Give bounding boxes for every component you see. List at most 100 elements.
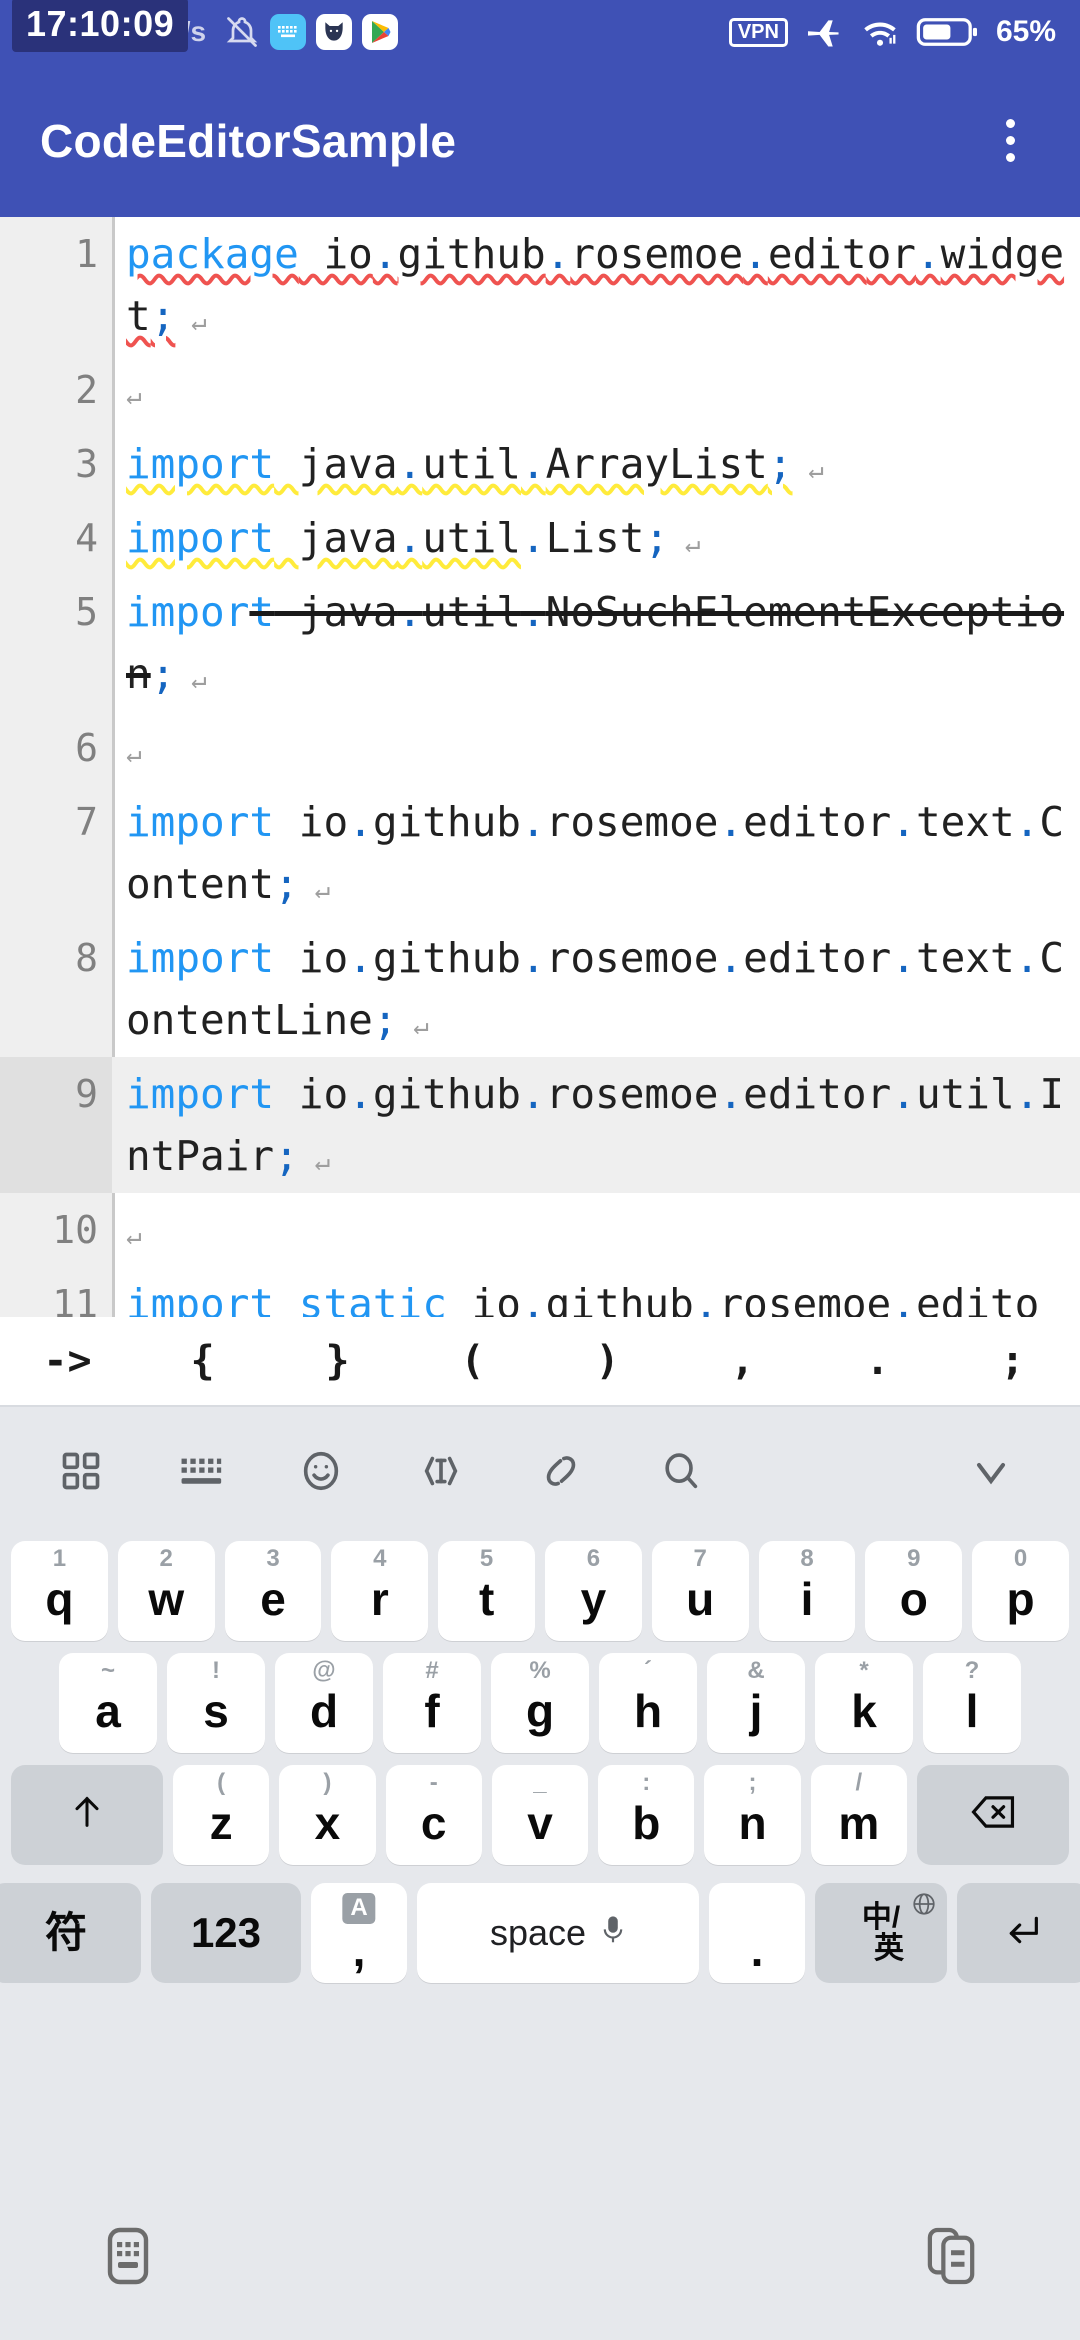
code-line-text[interactable]: ↵ [112, 353, 1080, 427]
code-line-row[interactable]: 10 ↵ [0, 1193, 1080, 1267]
keyboard-row-2[interactable]: ~ a! s @ d # f% g ´ h & j * k? l [0, 1647, 1080, 1759]
code-line-text[interactable]: import io.github.rosemoe.editor.text.Con… [112, 785, 1080, 921]
code-lines-container[interactable]: 1 package io.github.rosemoe.editor.widget… [0, 217, 1080, 1317]
key-d[interactable]: @ d [275, 1653, 373, 1753]
code-line-row[interactable]: 2 ↵ [0, 353, 1080, 427]
code-token: t [249, 588, 275, 636]
key-y[interactable]: 6y [545, 1541, 642, 1641]
key-k[interactable]: * k [815, 1653, 913, 1753]
key-r[interactable]: 4r [331, 1541, 429, 1641]
key-j[interactable]: & j [707, 1653, 805, 1753]
key-w[interactable]: 2w [117, 1541, 215, 1641]
code-line-row[interactable]: 1 package io.github.rosemoe.editor.widget… [0, 217, 1080, 353]
symbol-key[interactable]: ) [540, 1316, 675, 1406]
space-label: space [489, 1912, 587, 1953]
key-l[interactable]: ? l [923, 1653, 1021, 1753]
overflow-menu-icon[interactable] [980, 101, 1040, 181]
key-z[interactable]: (z [173, 1765, 270, 1865]
period-key[interactable]: . [709, 1883, 805, 1983]
code-line-text[interactable]: import java.util.List; ↵ [112, 501, 1080, 575]
numeric-mode-key[interactable]: 123 [151, 1883, 301, 1983]
hide-keyboard-icon[interactable] [88, 2216, 168, 2296]
code-token: ; [274, 860, 299, 908]
code-editor[interactable]: 1 package io.github.rosemoe.editor.widget… [0, 217, 1080, 1317]
code-line-text[interactable]: import java.util.ArrayList; ↵ [112, 427, 1080, 501]
apps-grid-icon[interactable] [44, 1434, 118, 1508]
key-q[interactable]: 1q [11, 1541, 108, 1641]
chevron-down-icon[interactable] [954, 1434, 1028, 1508]
enter-key[interactable] [957, 1883, 1080, 1983]
search-icon[interactable] [644, 1434, 718, 1508]
key-i[interactable]: 8i [758, 1541, 856, 1641]
key-m[interactable]: / m [810, 1765, 907, 1865]
symbol-mode-key[interactable]: 符 [0, 1883, 141, 1983]
backspace-key[interactable] [917, 1765, 1069, 1865]
code-token: ArrayList [545, 440, 768, 488]
code-line-row[interactable]: 4 import java.util.List; ↵ [0, 501, 1080, 575]
key-g[interactable]: % g [491, 1653, 589, 1753]
code-line-text[interactable]: package io.github.rosemoe.editor.widget;… [112, 217, 1080, 353]
keyboard-row-3-letters[interactable]: (z) x - c _ v: b; n / m [168, 1765, 912, 1865]
key-hint: * [859, 1657, 869, 1684]
code-line-row[interactable]: 3 import java.util.ArrayList; ↵ [0, 427, 1080, 501]
soft-keyboard[interactable]: 1q2w3e4r5t6y7u8i9o0p ~ a! s @ d # f% g ´ h & j * k? l … [0, 1407, 1080, 2190]
sticker-icon[interactable] [524, 1434, 598, 1508]
code-token: ; [274, 1132, 299, 1180]
key-c[interactable]: -c [385, 1765, 482, 1865]
symbol-key[interactable]: , [675, 1316, 810, 1406]
code-line-row[interactable]: 9 import io.github.rosemoe.editor.util.In… [0, 1057, 1080, 1193]
language-switch-key[interactable]: 中/ 英 [815, 1883, 947, 1983]
key-e[interactable]: 3e [224, 1541, 322, 1641]
code-line-text[interactable]: import io.github.rosemoe.editor.text.Con… [112, 921, 1080, 1057]
key-t[interactable]: 5t [438, 1541, 535, 1641]
key-b[interactable]: :b [598, 1765, 695, 1865]
code-line-text[interactable]: import static io.github.rosemoe.editor.t… [112, 1267, 1080, 1317]
microphone-icon[interactable] [600, 1912, 626, 1954]
key-p[interactable]: 0p [972, 1541, 1069, 1641]
keyboard-row-1[interactable]: 1q2w3e4r5t6y7u8i9o0p [0, 1535, 1080, 1647]
key-u[interactable]: 7u [651, 1541, 749, 1641]
shift-key[interactable] [11, 1765, 163, 1865]
key-f[interactable]: # f [383, 1653, 481, 1753]
period-label: . [750, 1924, 764, 1976]
emoji-icon[interactable] [284, 1434, 358, 1508]
key-label: g [525, 1685, 555, 1737]
code-line-text[interactable]: import io.github.rosemoe.editor.util.Int… [112, 1057, 1080, 1193]
code-line-text[interactable]: ↵ [112, 1193, 1080, 1267]
keyboard-row-3[interactable]: (z) x - c _ v: b; n / m [0, 1759, 1080, 1871]
key-o[interactable]: 9o [865, 1541, 963, 1641]
space-key[interactable]: space [417, 1883, 699, 1983]
key-x[interactable]: ) x [279, 1765, 376, 1865]
symbol-key[interactable]: { [135, 1316, 270, 1406]
symbol-key[interactable]: ( [405, 1316, 540, 1406]
code-line-row[interactable]: 7 import io.github.rosemoe.editor.text.Co… [0, 785, 1080, 921]
code-line-row[interactable]: 11import static io.github.rosemoe.editor… [0, 1267, 1080, 1317]
symbol-key[interactable]: . [810, 1316, 945, 1406]
keyboard-toolbar[interactable] [0, 1407, 1080, 1535]
code-line-row[interactable]: 8 import io.github.rosemoe.editor.text.Co… [0, 921, 1080, 1057]
bottom-nav-bar[interactable] [0, 2190, 1080, 2340]
key-h[interactable]: ´ h [599, 1653, 697, 1753]
key-hint: ? [964, 1657, 980, 1684]
keyboard-icon[interactable] [164, 1434, 238, 1508]
key-s[interactable]: ! s [167, 1653, 265, 1753]
code-line-text[interactable]: ↵ [112, 711, 1080, 785]
symbol-key[interactable]: -> [0, 1316, 135, 1406]
key-v[interactable]: _ v [491, 1765, 589, 1865]
code-token: . [520, 798, 546, 846]
code-line-row[interactable]: 6 ↵ [0, 711, 1080, 785]
symbol-key[interactable]: } [270, 1316, 405, 1406]
code-token: . [348, 934, 373, 982]
key-a[interactable]: ~ a [59, 1653, 157, 1753]
code-token: ; [644, 514, 670, 562]
comma-key[interactable]: A , [311, 1883, 407, 1983]
key-n[interactable]: ; n [704, 1765, 801, 1865]
text-cursor-icon[interactable] [404, 1434, 478, 1508]
symbol-key[interactable]: ; [945, 1316, 1080, 1406]
keyboard-row-4[interactable]: 符 123 A , space . 中/ 英 [0, 1871, 1080, 1995]
switch-keyboard-icon[interactable] [912, 2216, 992, 2296]
code-line-row[interactable]: 5 import java.util.NoSuchElementException… [0, 575, 1080, 711]
code-token: . [1014, 1070, 1040, 1118]
symbol-input-bar[interactable]: ->{}(),.; [0, 1317, 1080, 1407]
code-line-text[interactable]: import java.util.NoSuchElementException;… [112, 575, 1080, 711]
